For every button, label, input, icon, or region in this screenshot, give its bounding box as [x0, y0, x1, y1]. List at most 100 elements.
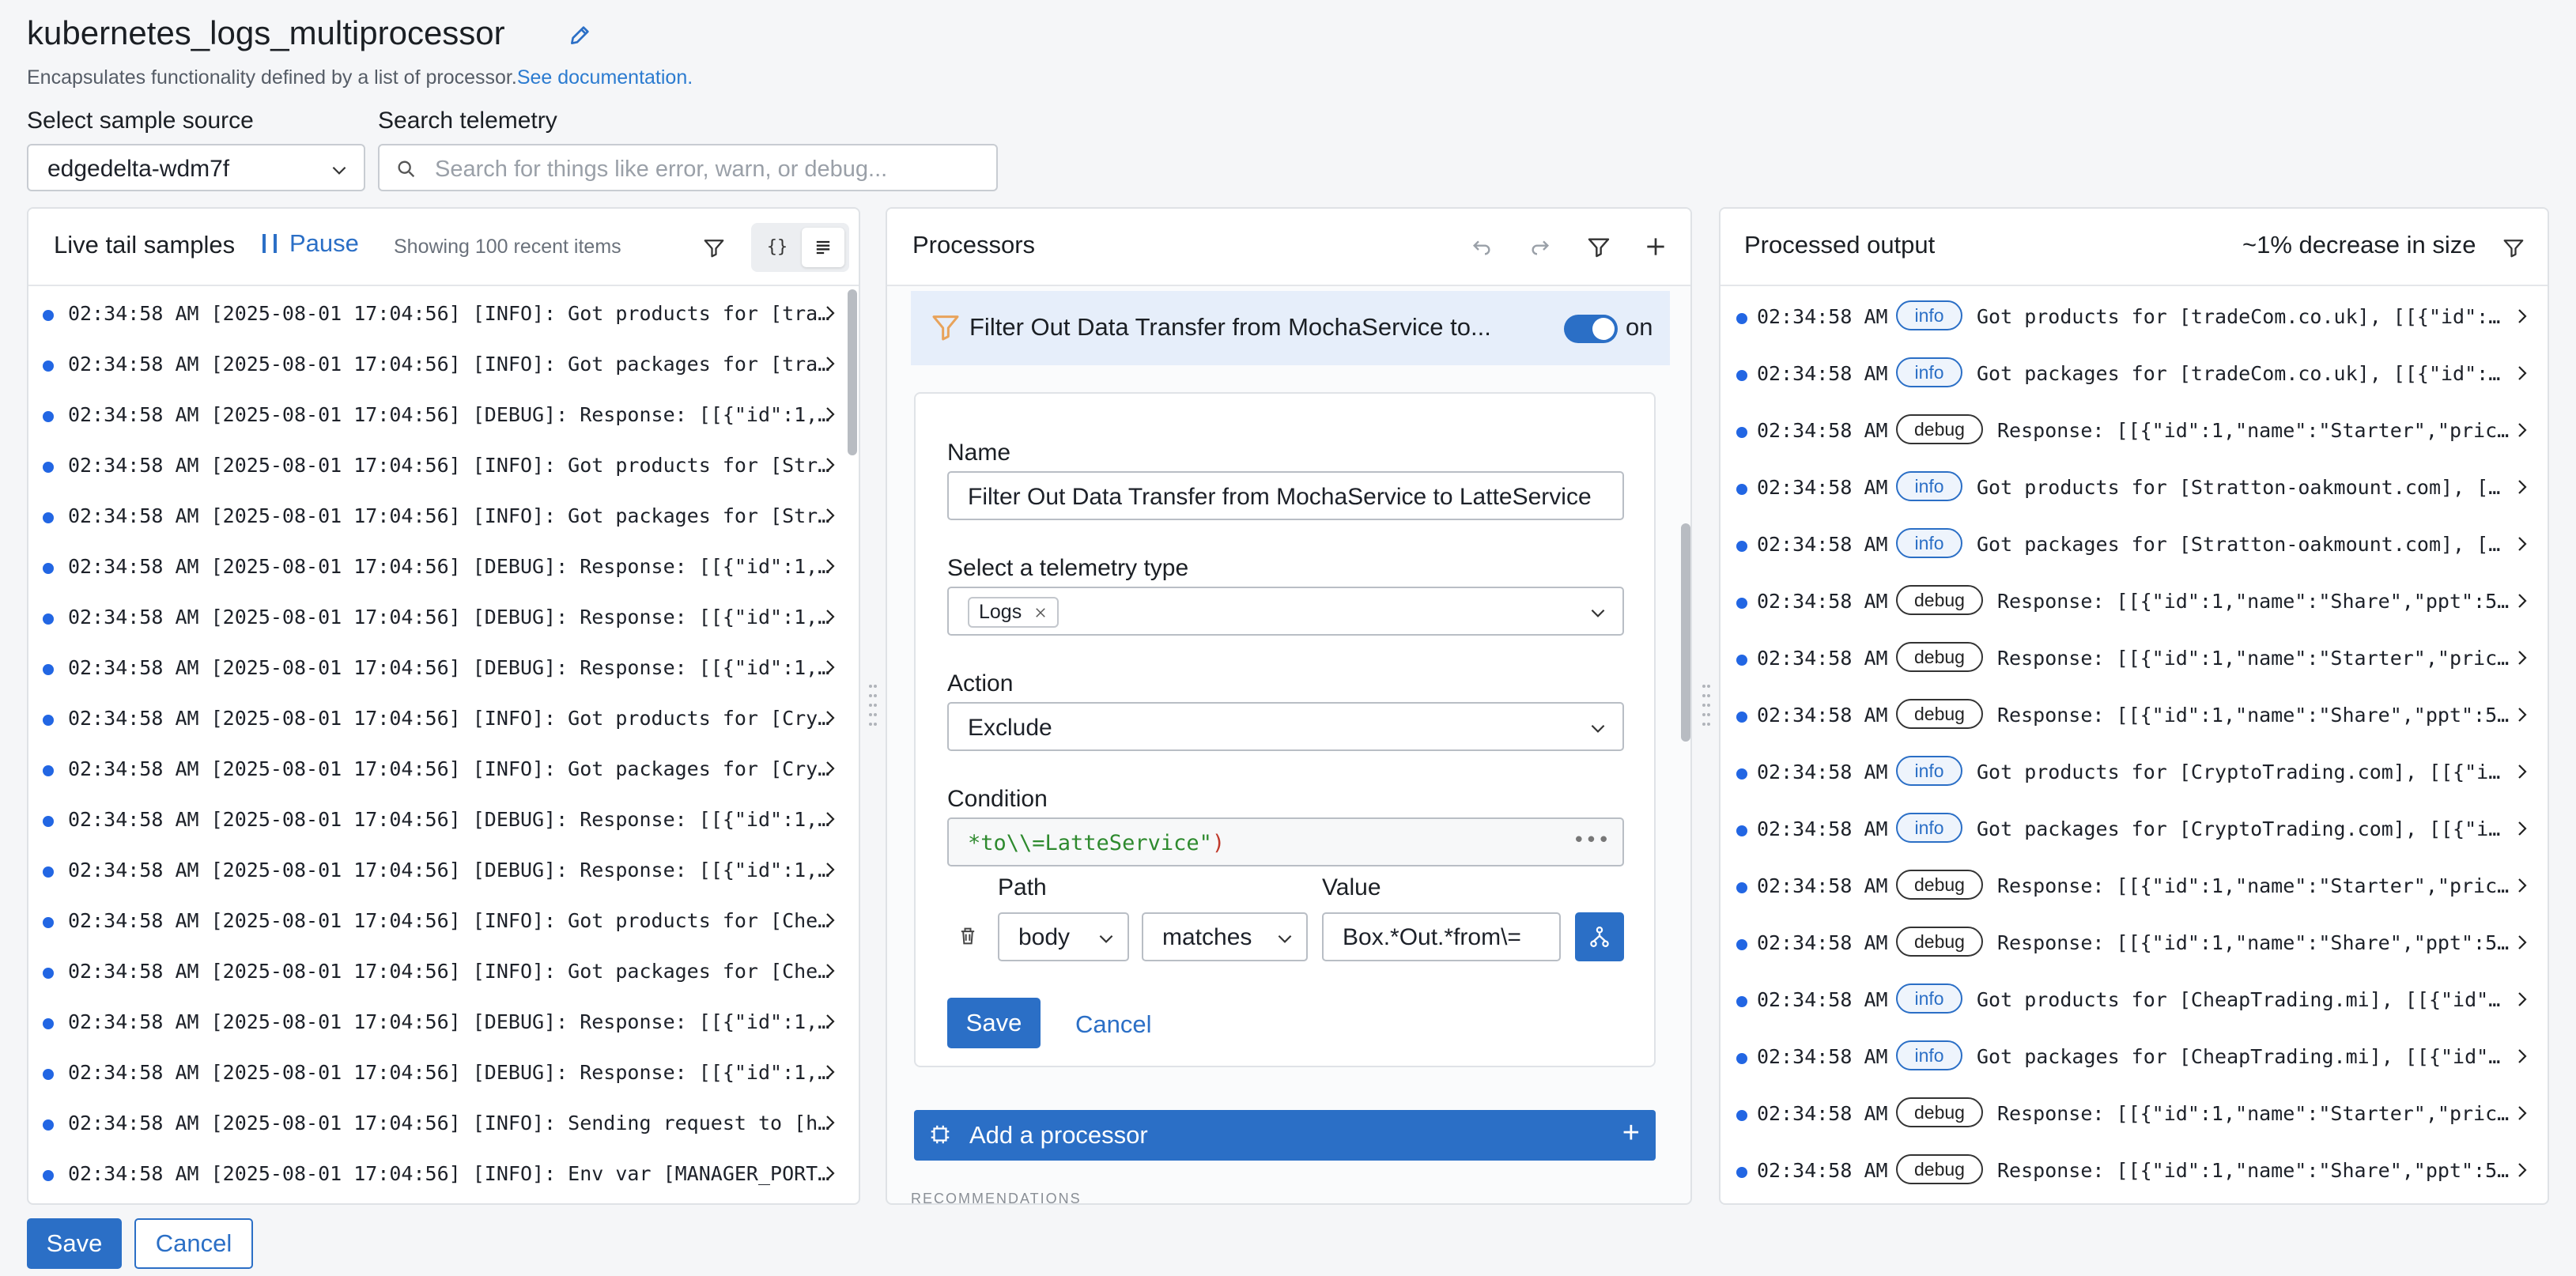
- output-row[interactable]: 02:34:58 AM debug Response: [[{"id":1,"nam…: [1720, 688, 2540, 745]
- processor-item-filter[interactable]: Filter Out Data Transfer from MochaServi…: [911, 291, 1670, 365]
- chevron-right-icon[interactable]: [821, 860, 840, 884]
- chevron-right-icon[interactable]: [2513, 478, 2532, 501]
- log-row[interactable]: 02:34:58 AM [2025-08-01 17:04:56] [DEBUG…: [28, 644, 851, 694]
- chevron-right-icon[interactable]: [2513, 307, 2532, 330]
- output-row[interactable]: 02:34:58 AM info Got products for [Stratto…: [1720, 460, 2540, 517]
- chevron-right-icon[interactable]: [821, 304, 840, 327]
- chevron-right-icon[interactable]: [2513, 364, 2532, 387]
- chevron-right-icon[interactable]: [821, 759, 840, 783]
- plus-icon[interactable]: [1643, 234, 1668, 259]
- telemetry-type-select[interactable]: Logs: [947, 587, 1624, 636]
- log-row[interactable]: 02:34:58 AM [2025-08-01 17:04:56] [INFO]…: [28, 1150, 851, 1200]
- chevron-right-icon[interactable]: [821, 1164, 840, 1187]
- chevron-right-icon[interactable]: [821, 506, 840, 530]
- output-row[interactable]: 02:34:58 AM info Got products for [CryptoT…: [1720, 745, 2540, 802]
- chevron-right-icon[interactable]: [821, 911, 840, 934]
- path-select[interactable]: body: [998, 912, 1129, 961]
- log-row[interactable]: 02:34:58 AM [2025-08-01 17:04:56] [DEBUG…: [28, 593, 851, 644]
- output-row[interactable]: 02:34:58 AM info Got products for [CheapTr…: [1720, 972, 2540, 1029]
- chevron-right-icon[interactable]: [2513, 762, 2532, 786]
- output-row[interactable]: 02:34:58 AM info Got packages for [CryptoT…: [1720, 802, 2540, 859]
- footer-save-button[interactable]: Save: [27, 1218, 122, 1269]
- chevron-right-icon[interactable]: [2513, 705, 2532, 729]
- chevron-right-icon[interactable]: [2513, 819, 2532, 843]
- name-input[interactable]: Filter Out Data Transfer from MochaServi…: [947, 471, 1624, 520]
- action-select[interactable]: Exclude: [947, 702, 1624, 751]
- chevron-right-icon[interactable]: [821, 607, 840, 631]
- footer-cancel-button[interactable]: Cancel: [134, 1218, 253, 1269]
- output-row[interactable]: 02:34:58 AM debug Response: [[{"id":1,"nam…: [1720, 859, 2540, 915]
- log-row[interactable]: 02:34:58 AM [2025-08-01 17:04:56] [DEBUG…: [28, 1048, 851, 1099]
- chevron-right-icon[interactable]: [821, 557, 840, 580]
- chevron-right-icon[interactable]: [821, 1113, 840, 1137]
- chevron-right-icon[interactable]: [2513, 1161, 2532, 1184]
- chevron-right-icon[interactable]: [821, 961, 840, 985]
- scrollbar-thumb[interactable]: [848, 289, 857, 455]
- save-button[interactable]: Save: [947, 998, 1041, 1048]
- output-row[interactable]: 02:34:58 AM info Got packages for [Stratto…: [1720, 517, 2540, 574]
- trash-icon[interactable]: [957, 925, 979, 947]
- chevron-right-icon[interactable]: [2513, 876, 2532, 900]
- sample-source-select[interactable]: edgedelta-wdm7f: [27, 144, 365, 191]
- chevron-right-icon[interactable]: [2513, 534, 2532, 558]
- chevron-right-icon[interactable]: [2513, 591, 2532, 615]
- json-view-button[interactable]: {}: [756, 228, 799, 267]
- chevron-right-icon[interactable]: [821, 658, 840, 681]
- log-row[interactable]: 02:34:58 AM [2025-08-01 17:04:56] [INFO]…: [28, 745, 851, 795]
- chevron-right-icon[interactable]: [821, 810, 840, 833]
- pause-button[interactable]: Pause: [263, 229, 359, 258]
- log-row[interactable]: 02:34:58 AM [2025-08-01 17:04:56] [DEBUG…: [28, 542, 851, 593]
- filter-icon[interactable]: [702, 236, 726, 259]
- chevron-right-icon[interactable]: [2513, 421, 2532, 444]
- chevron-right-icon[interactable]: [821, 354, 840, 378]
- log-row[interactable]: 02:34:58 AM [2025-08-01 17:04:56] [INFO]…: [28, 492, 851, 542]
- redo-icon[interactable]: [1528, 234, 1553, 259]
- chevron-right-icon[interactable]: [821, 1063, 840, 1086]
- tree-button[interactable]: [1575, 912, 1624, 961]
- documentation-link[interactable]: See documentation.: [517, 66, 693, 89]
- chevron-right-icon[interactable]: [2513, 933, 2532, 957]
- output-row[interactable]: 02:34:58 AM info Got packages for [CheapTr…: [1720, 1029, 2540, 1086]
- log-row[interactable]: 02:34:58 AM [2025-08-01 17:04:56] [INFO]…: [28, 441, 851, 492]
- operator-select[interactable]: matches: [1142, 912, 1308, 961]
- log-row[interactable]: 02:34:58 AM [2025-08-01 17:04:56] [DEBUG…: [28, 795, 851, 846]
- cancel-button[interactable]: Cancel: [1075, 1010, 1152, 1039]
- output-row[interactable]: 02:34:58 AM debug Response: [[{"id":1,"nam…: [1720, 1143, 2540, 1200]
- output-row[interactable]: 02:34:58 AM debug Response: [[{"id":1,"nam…: [1720, 915, 2540, 972]
- output-row[interactable]: 02:34:58 AM debug Response: [[{"id":1,"nam…: [1720, 631, 2540, 688]
- log-row[interactable]: 02:34:58 AM [2025-08-01 17:04:56] [INFO]…: [28, 340, 851, 391]
- chevron-right-icon[interactable]: [2513, 990, 2532, 1014]
- live-tail-scrollbar[interactable]: [848, 286, 857, 1203]
- chevron-right-icon[interactable]: [821, 708, 840, 732]
- chevron-right-icon[interactable]: [821, 1012, 840, 1036]
- output-row[interactable]: 02:34:58 AM info Got packages for [tradeCo…: [1720, 346, 2540, 403]
- log-row[interactable]: 02:34:58 AM [2025-08-01 17:04:56] [INFO]…: [28, 289, 851, 340]
- log-row[interactable]: 02:34:58 AM [2025-08-01 17:04:56] [DEBUG…: [28, 391, 851, 441]
- undo-icon[interactable]: [1469, 234, 1494, 259]
- resize-handle-left[interactable]: [867, 681, 878, 729]
- output-row[interactable]: 02:34:58 AM debug Response: [[{"id":1,"nam…: [1720, 574, 2540, 631]
- condition-editor[interactable]: *to\\=LatteService") •••: [947, 817, 1624, 866]
- log-row[interactable]: 02:34:58 AM [2025-08-01 17:04:56] [INFO]…: [28, 947, 851, 998]
- processors-scrollbar[interactable]: [1681, 523, 1690, 742]
- text-view-button[interactable]: [802, 228, 844, 267]
- pencil-icon[interactable]: [568, 22, 593, 47]
- value-input[interactable]: Box.*Out.*from\=: [1322, 912, 1561, 961]
- chevron-right-icon[interactable]: [2513, 1047, 2532, 1070]
- filter-icon[interactable]: [1586, 234, 1611, 259]
- log-row[interactable]: 02:34:58 AM [2025-08-01 17:04:56] [DEBUG…: [28, 846, 851, 897]
- output-row[interactable]: 02:34:58 AM info Got products for [tradeCo…: [1720, 289, 2540, 346]
- filter-icon[interactable]: [2502, 236, 2525, 259]
- close-icon[interactable]: [1033, 606, 1048, 620]
- log-row[interactable]: 02:34:58 AM [2025-08-01 17:04:56] [INFO]…: [28, 694, 851, 745]
- chevron-right-icon[interactable]: [821, 455, 840, 479]
- log-row[interactable]: 02:34:58 AM [2025-08-01 17:04:56] [DEBUG…: [28, 998, 851, 1048]
- chevron-right-icon[interactable]: [2513, 1104, 2532, 1127]
- resize-handle-right[interactable]: [1701, 681, 1712, 729]
- add-processor-button[interactable]: Add a processor +: [914, 1110, 1656, 1161]
- log-row[interactable]: 02:34:58 AM [2025-08-01 17:04:56] [INFO]…: [28, 897, 851, 947]
- more-icon[interactable]: •••: [1573, 829, 1610, 852]
- search-input[interactable]: Search for things like error, warn, or d…: [378, 144, 998, 191]
- chevron-right-icon[interactable]: [821, 405, 840, 428]
- output-row[interactable]: 02:34:58 AM debug Response: [[{"id":1,"nam…: [1720, 1086, 2540, 1143]
